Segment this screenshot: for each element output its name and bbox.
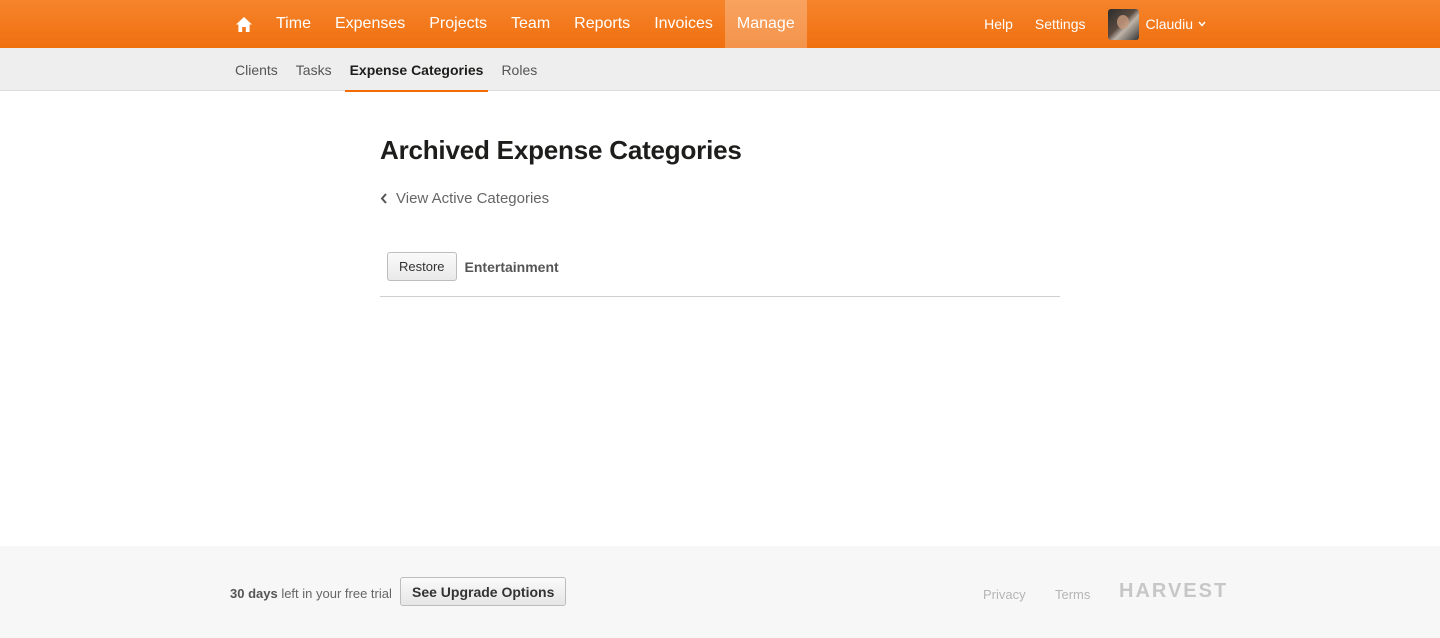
trial-notice: 30 days left in your free trial	[230, 586, 392, 601]
home-icon[interactable]	[228, 0, 260, 48]
terms-link[interactable]: Terms	[1055, 587, 1090, 602]
chevron-left-icon	[380, 193, 387, 204]
category-name: Entertainment	[464, 258, 559, 275]
subnav-roles[interactable]: Roles	[496, 48, 542, 91]
subnav-clients[interactable]: Clients	[230, 48, 283, 91]
restore-button[interactable]: Restore	[387, 252, 457, 281]
chevron-down-icon	[1198, 21, 1206, 27]
nav-projects[interactable]: Projects	[417, 0, 499, 48]
upgrade-button[interactable]: See Upgrade Options	[400, 577, 567, 606]
user-menu[interactable]: Claudiu	[1146, 16, 1206, 32]
nav-invoices[interactable]: Invoices	[642, 0, 725, 48]
nav-reports[interactable]: Reports	[562, 0, 642, 48]
view-active-categories-link[interactable]: View Active Categories	[380, 190, 1060, 207]
main-content: Archived Expense Categories View Active …	[380, 92, 1060, 297]
footer: 30 days left in your free trial See Upgr…	[0, 546, 1440, 638]
avatar[interactable]	[1107, 8, 1139, 40]
nav-team[interactable]: Team	[499, 0, 562, 48]
trial-rest: left in your free trial	[277, 586, 392, 601]
top-nav: Time Expenses Projects Team Reports Invo…	[0, 0, 1440, 48]
nav-time[interactable]: Time	[264, 0, 323, 48]
sub-nav: Clients Tasks Expense Categories Roles	[0, 48, 1440, 92]
nav-manage[interactable]: Manage	[724, 0, 807, 48]
user-name: Claudiu	[1145, 16, 1193, 32]
help-link[interactable]: Help	[973, 16, 1024, 32]
privacy-link[interactable]: Privacy	[983, 587, 1026, 602]
page-title: Archived Expense Categories	[380, 135, 742, 165]
list-item: Restore Entertainment	[380, 247, 1060, 297]
subnav-expense-categories[interactable]: Expense Categories	[344, 48, 489, 92]
nav-right: Help Settings Claudiu	[973, 0, 1212, 48]
trial-days: 30 days	[230, 586, 278, 601]
harvest-logo[interactable]: HARVEST	[1119, 580, 1228, 603]
nav-expenses[interactable]: Expenses	[323, 0, 417, 48]
subnav-tasks[interactable]: Tasks	[291, 48, 337, 91]
settings-link[interactable]: Settings	[1024, 16, 1097, 32]
back-link-label: View Active Categories	[396, 190, 550, 207]
